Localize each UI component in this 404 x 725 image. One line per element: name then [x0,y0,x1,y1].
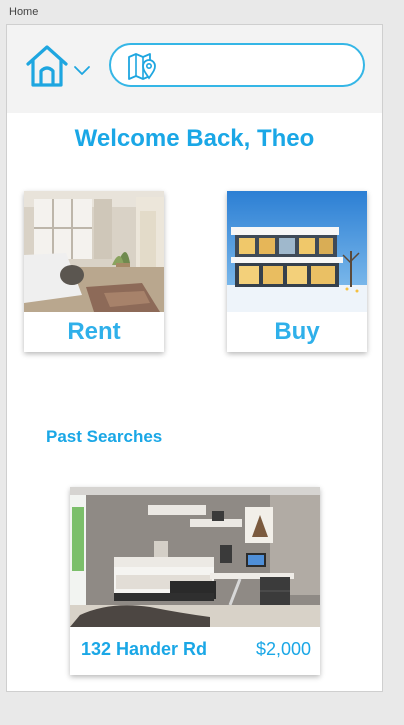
map-pin-icon [128,53,156,80]
rent-label: Rent [67,318,121,345]
home-icon[interactable] [23,43,71,89]
artboard-label: Home [9,6,39,18]
chevron-down-icon[interactable] [73,65,91,77]
rent-card[interactable]: Rent [24,191,164,352]
search-input[interactable] [161,53,355,79]
welcome-heading: Welcome Back, Theo [74,125,315,152]
rent-photo [24,191,164,312]
buy-card[interactable]: Buy [227,191,367,352]
past-searches-heading: Past Searches [46,427,163,446]
buy-label: Buy [274,318,320,345]
search-bar[interactable] [109,43,365,87]
past-search-price: $2,000 [255,639,311,659]
past-search-address: 132 Hander Rd [81,639,208,659]
buy-photo [227,191,367,312]
past-search-photo [70,487,320,627]
past-search-item[interactable]: 132 Hander Rd $2,000 [70,487,320,675]
top-bar [7,25,382,113]
app-screen: Welcome Back, Theo Rent Buy Past Searche… [6,24,383,692]
